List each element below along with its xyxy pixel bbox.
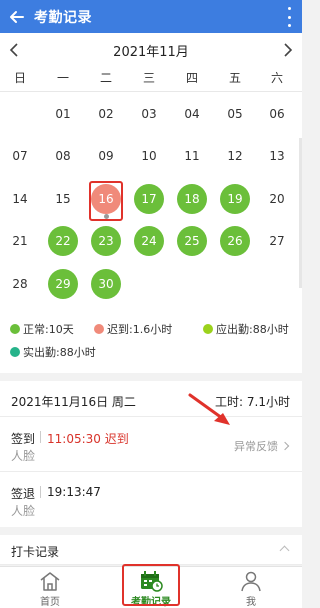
calendar-day[interactable]: 27 [262, 226, 292, 256]
legend-item: 正常:10天 [10, 321, 74, 337]
calendar-day[interactable]: 10 [134, 141, 164, 171]
legend-label: 正常:10天 [23, 323, 74, 336]
weekday-label: 日 [13, 71, 26, 85]
calendar-day[interactable]: 04 [177, 99, 207, 129]
chevron-right-icon [280, 441, 290, 451]
divider [40, 486, 41, 498]
calendar-day[interactable]: 28 [5, 269, 35, 299]
calendar-day[interactable]: 26 [220, 226, 250, 256]
tab-home[interactable]: 首页 [0, 567, 100, 608]
check-out-label: 签退 [11, 487, 36, 501]
record-dot-indicator [104, 214, 109, 219]
tab-home-label: 首页 [40, 597, 60, 608]
month-header: 2021年11月 [0, 33, 302, 65]
calendar-day[interactable]: 18 [177, 184, 207, 214]
calendar: 2021年11月 日 一 二 三 四 五 六 正常:10天 迟到:1.6小时 应出勤:88小时实… [0, 33, 302, 373]
legend-item: 应出勤:88小时 [203, 321, 289, 337]
calendar-day[interactable]: 06 [262, 99, 292, 129]
day-detail-card: 2021年11月16日 周二 工时: 7.1小时 签到 11:05:30 迟到 … [0, 381, 302, 527]
chevron-up-icon[interactable] [279, 545, 290, 556]
more-dots-icon [287, 7, 291, 10]
punch-records-section[interactable]: 打卡记录 [0, 535, 302, 565]
weekday-label: 一 [56, 71, 69, 85]
check-out-time: 19:13:47 [47, 485, 101, 499]
calendar-day[interactable]: 20 [262, 184, 292, 214]
selected-date: 2021年11月16日 周二 [11, 395, 136, 409]
calendar-day[interactable]: 22 [48, 226, 78, 256]
check-in-time: 11:05:30 迟到 [47, 432, 129, 446]
weekday-divider [0, 91, 302, 92]
legend-label: 实出勤:88小时 [23, 346, 96, 359]
calendar-day[interactable]: 02 [91, 99, 121, 129]
calendar-day[interactable]: 12 [220, 141, 250, 171]
next-month-button[interactable] [277, 39, 299, 61]
tab-highlight-box [122, 564, 180, 606]
abnormal-feedback-link[interactable]: 异常反馈 [234, 438, 290, 454]
punch-records-label: 打卡记录 [11, 545, 60, 559]
weekday-label: 二 [99, 71, 112, 85]
month-label: 2021年11月 [113, 45, 189, 60]
calendar-day[interactable]: 25 [177, 226, 207, 256]
calendar-day[interactable]: 14 [5, 184, 35, 214]
day-detail-header: 2021年11月16日 周二 工时: 7.1小时 [0, 381, 302, 417]
calendar-day[interactable]: 01 [48, 99, 78, 129]
calendar-day[interactable]: 30 [91, 269, 121, 299]
check-out-method: 人脸 [11, 504, 36, 518]
legend-dot [203, 324, 213, 334]
chevron-right-icon [284, 43, 293, 57]
check-in-method: 人脸 [11, 449, 36, 463]
check-in-record[interactable]: 签到 11:05:30 迟到 人脸 异常反馈 [0, 417, 302, 472]
calendar-day[interactable]: 15 [48, 184, 78, 214]
more-dot [287, 15, 291, 19]
calendar-day[interactable]: 13 [262, 141, 292, 171]
tab-me-label: 我 [246, 597, 256, 608]
back-button[interactable] [0, 0, 34, 33]
calendar-day[interactable]: 07 [5, 141, 35, 171]
check-in-label: 签到 [11, 432, 36, 446]
more-options-button[interactable] [286, 7, 292, 27]
calendar-day[interactable]: 19 [220, 184, 250, 214]
calendar-day[interactable]: 11 [177, 141, 207, 171]
weekday-header: 日一二三四五六 [0, 67, 302, 87]
page-title: 考勤记录 [34, 9, 92, 26]
calendar-day[interactable]: 21 [5, 226, 35, 256]
tab-me[interactable]: 我 [201, 567, 301, 608]
scrollbar[interactable] [299, 138, 302, 288]
abnormal-feedback-label: 异常反馈 [234, 440, 278, 453]
calendar-day[interactable]: 17 [134, 184, 164, 214]
weekday-label: 六 [270, 71, 283, 85]
app-bar: 考勤记录 [0, 0, 302, 33]
annotation-arrow-icon [188, 393, 230, 425]
calendar-day[interactable]: 03 [134, 99, 164, 129]
home-icon [40, 572, 60, 591]
calendar-day[interactable]: 08 [48, 141, 78, 171]
legend-item: 迟到:1.6小时 [94, 321, 172, 337]
legend-dot [94, 324, 104, 334]
legend-label: 应出勤:88小时 [216, 323, 289, 336]
calendar-day[interactable]: 23 [91, 226, 121, 256]
calendar-day[interactable]: 05 [220, 99, 250, 129]
back-arrow-icon [10, 10, 24, 23]
divider [40, 431, 41, 443]
legend-dot [10, 347, 20, 357]
calendar-day[interactable]: 29 [48, 269, 78, 299]
legend-item: 实出勤:88小时 [10, 344, 96, 360]
weekday-label: 四 [185, 71, 198, 85]
more-dot [287, 24, 291, 27]
check-out-record: 签退 19:13:47 人脸 [0, 472, 302, 527]
user-icon [241, 571, 261, 592]
legend-dot [10, 324, 20, 334]
calendar-day[interactable]: 09 [91, 141, 121, 171]
weekday-label: 五 [228, 71, 241, 85]
calendar-day[interactable]: 24 [134, 226, 164, 256]
weekday-label: 三 [142, 71, 155, 85]
legend-label: 迟到:1.6小时 [107, 323, 173, 336]
